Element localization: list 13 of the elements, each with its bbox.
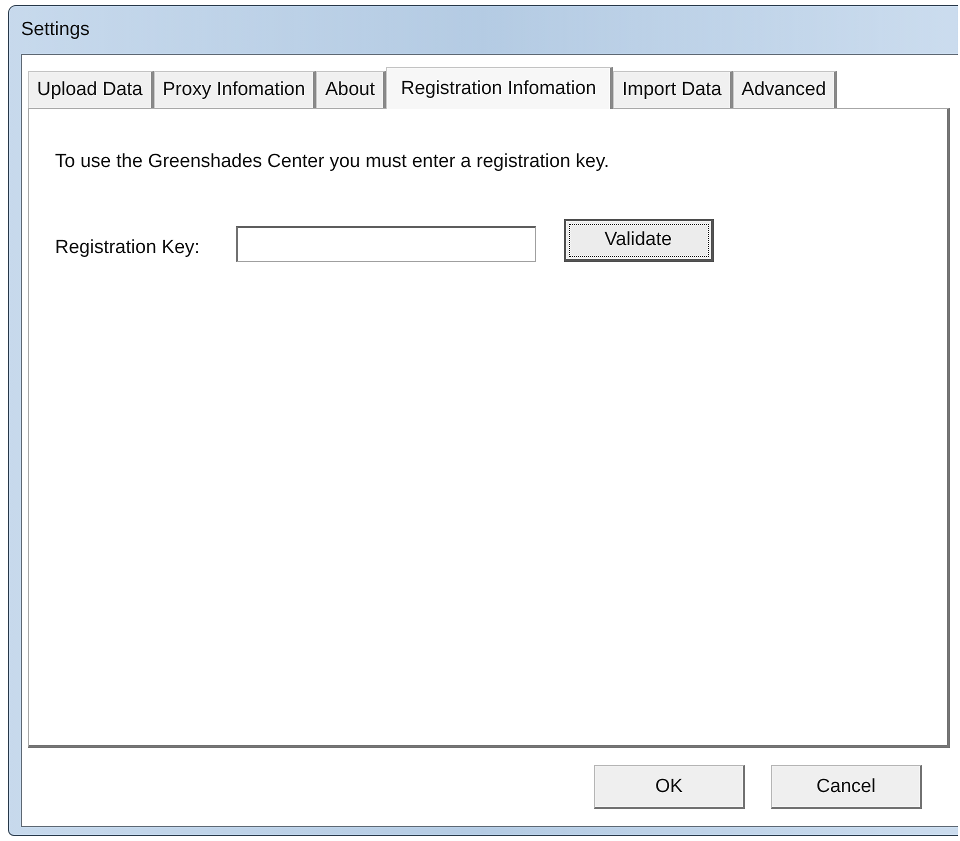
tab[interactable]: Registration Infomation: [386, 67, 614, 109]
tab[interactable]: Advanced: [732, 71, 838, 108]
registration-key-field[interactable]: [236, 226, 536, 262]
ok-button[interactable]: OK: [594, 765, 745, 809]
field-label: Registration Key:: [55, 236, 200, 258]
tab[interactable]: Proxy Infomation: [154, 71, 316, 108]
intro-text: To use the Greenshades Center you must enter a registration key.: [55, 151, 610, 173]
window-title: Settings: [21, 18, 91, 42]
tab[interactable]: Import Data: [613, 71, 733, 108]
validate-button[interactable]: Validate: [564, 219, 714, 262]
cancel-button[interactable]: Cancel: [771, 765, 922, 809]
tab[interactable]: About: [316, 71, 386, 108]
tab[interactable]: Upload Data: [28, 71, 154, 108]
